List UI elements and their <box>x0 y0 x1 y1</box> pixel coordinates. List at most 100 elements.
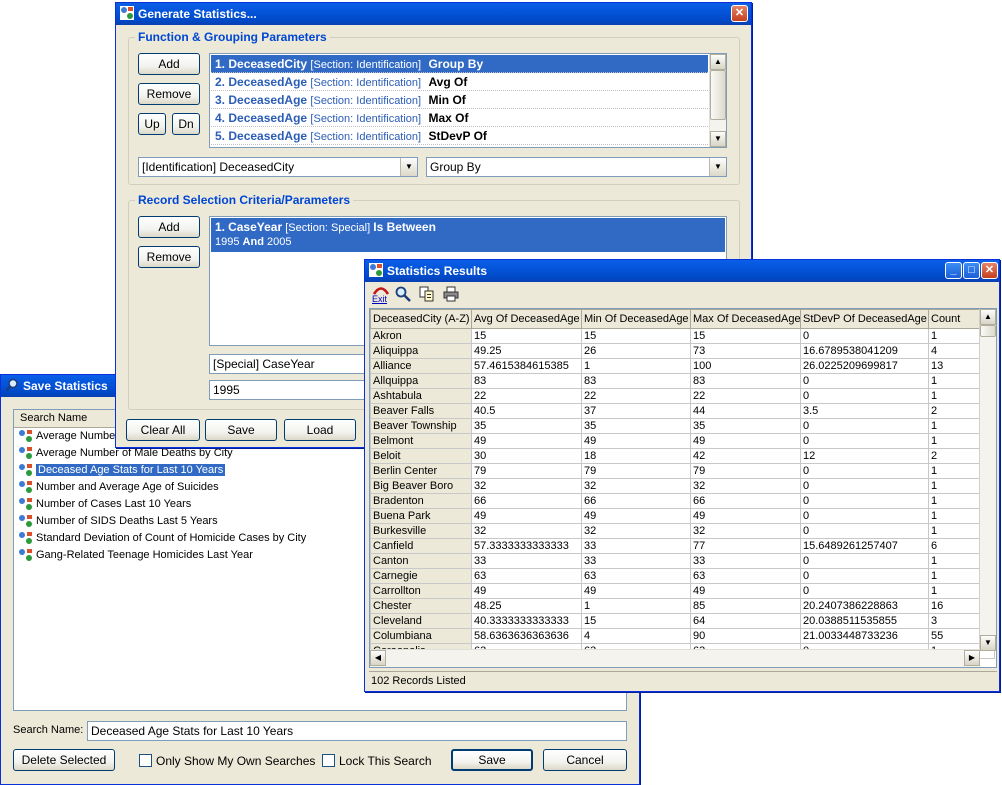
table-row[interactable]: Chester 48.25 1 85 20.2407386228863 16 <box>370 598 995 614</box>
function-item[interactable]: 2. DeceasedAge [Section: Identification]… <box>211 73 708 91</box>
print-icon[interactable] <box>443 286 459 302</box>
function-list-scrollbar[interactable]: ▲ ▼ <box>709 54 726 147</box>
column-header[interactable]: StDevP Of DeceasedAge <box>800 309 929 329</box>
table-row[interactable]: Berlin Center 79 79 79 0 1 <box>370 463 995 479</box>
table-row[interactable]: Big Beaver Boro 32 32 32 0 1 <box>370 478 995 494</box>
value-cell: 20.2407386228863 <box>800 598 929 614</box>
column-header[interactable]: DeceasedCity (A-Z) <box>370 309 472 329</box>
city-cell: Allquippa <box>370 373 472 389</box>
scroll-left-icon[interactable]: ◀ <box>370 650 386 666</box>
table-row[interactable]: Ashtabula 22 22 22 0 1 <box>370 388 995 404</box>
results-vertical-thumb[interactable] <box>980 325 996 337</box>
criteria-item[interactable]: 1. CaseYear [Section: Special] Is Betwee… <box>211 218 725 252</box>
minimize-icon[interactable]: _ <box>945 262 962 279</box>
table-row[interactable]: Cleveland 40.3333333333333 15 64 20.03885115… <box>370 613 995 629</box>
value-cell: 32 <box>581 478 691 494</box>
city-cell: Ashtabula <box>370 388 472 404</box>
table-row[interactable]: Buena Park 49 49 49 0 1 <box>370 508 995 524</box>
table-row[interactable]: Beaver Township 35 35 35 0 1 <box>370 418 995 434</box>
table-row[interactable]: Aliquippa 49.25 26 73 16.6789538041209 4 <box>370 343 995 359</box>
value-cell: 79 <box>581 463 691 479</box>
function-item[interactable]: 5. DeceasedAge [Section: Identification]… <box>211 127 708 145</box>
maximize-icon[interactable]: □ <box>963 262 980 279</box>
value-cell: 0 <box>800 463 929 479</box>
table-row[interactable]: Canton 33 33 33 0 1 <box>370 553 995 569</box>
field-select[interactable]: [Identification] DeceasedCity ▼ <box>138 157 418 177</box>
table-row[interactable]: Akron 15 15 15 0 1 <box>370 328 995 344</box>
results-grid-area[interactable]: DeceasedCity (A-Z) Avg Of DeceasedAge Min … <box>369 308 997 668</box>
table-row[interactable]: Columbiana 58.6363636363636 4 90 21.00334487… <box>370 628 995 644</box>
save-statistics-title: Save Statistics <box>23 379 108 393</box>
value-cell: 64 <box>690 613 801 629</box>
results-grid: DeceasedCity (A-Z) Avg Of DeceasedAge Min … <box>370 309 995 659</box>
save-search-button[interactable]: Save <box>451 749 533 771</box>
move-down-button[interactable]: Dn <box>172 113 200 135</box>
value-cell: 0 <box>800 523 929 539</box>
copy-icon[interactable] <box>419 286 435 302</box>
value-cell: 49.25 <box>471 343 582 359</box>
table-row[interactable]: Bradenton 66 66 66 0 1 <box>370 493 995 509</box>
table-row[interactable]: Beloit 30 18 42 12 2 <box>370 448 995 464</box>
search-icon[interactable] <box>395 286 411 302</box>
results-horizontal-scrollbar[interactable]: ◀ ▶ <box>370 649 980 667</box>
function-item[interactable]: 4. DeceasedAge [Section: Identification]… <box>211 109 708 127</box>
chevron-down-icon[interactable]: ▼ <box>400 158 417 176</box>
delete-selected-button[interactable]: Delete Selected <box>13 749 115 771</box>
column-header[interactable]: Max Of DeceasedAge <box>690 309 801 329</box>
scroll-thumb[interactable] <box>710 70 726 120</box>
scroll-up-icon[interactable]: ▲ <box>710 54 726 70</box>
results-vertical-scrollbar[interactable]: ▲ ▼ <box>979 309 996 651</box>
table-row[interactable]: Beaver Falls 40.5 37 44 3.5 2 <box>370 403 995 419</box>
load-parameters-button[interactable]: Load <box>284 419 356 441</box>
function-select[interactable]: Group By ▼ <box>426 157 727 177</box>
value-cell: 57.4615384615385 <box>471 358 582 374</box>
generate-statistics-titlebar[interactable]: Generate Statistics... ✕ <box>116 3 751 25</box>
saved-search-item[interactable]: Number of SIDS Deaths Last 5 Years <box>18 513 218 530</box>
clear-all-button[interactable]: Clear All <box>126 419 200 441</box>
function-item[interactable]: 1. DeceasedCity [Section: Identification… <box>211 55 708 73</box>
value-cell: 85 <box>690 598 801 614</box>
function-item[interactable]: 3. DeceasedAge [Section: Identification]… <box>211 91 708 109</box>
lock-this-search-checkbox[interactable] <box>322 754 335 767</box>
scroll-right-icon[interactable]: ▶ <box>964 650 980 666</box>
remove-function-button[interactable]: Remove <box>138 83 200 105</box>
scroll-up-icon[interactable]: ▲ <box>980 309 996 325</box>
table-row[interactable]: Alliance 57.4615384615385 1 100 26.022520969… <box>370 358 995 374</box>
statistics-results-title: Statistics Results <box>387 264 488 278</box>
chevron-down-icon[interactable]: ▼ <box>709 158 726 176</box>
city-cell: Bradenton <box>370 493 472 509</box>
search-name-input[interactable]: Deceased Age Stats for Last 10 Years <box>87 721 627 741</box>
table-row[interactable]: Canfield 57.3333333333333 33 77 15.648926125… <box>370 538 995 554</box>
add-function-button[interactable]: Add <box>138 53 200 75</box>
scroll-down-icon[interactable]: ▼ <box>710 131 726 147</box>
saved-search-item[interactable]: Number and Average Age of Suicides <box>18 479 219 496</box>
save-parameters-button[interactable]: Save <box>205 419 277 441</box>
saved-search-item[interactable]: Number of Cases Last 10 Years <box>18 496 191 513</box>
table-row[interactable]: Belmont 49 49 49 0 1 <box>370 433 995 449</box>
only-show-my-own-searches-label[interactable]: Only Show My Own Searches <box>156 754 315 768</box>
cancel-button[interactable]: Cancel <box>543 749 627 771</box>
value-cell: 0 <box>800 568 929 584</box>
table-row[interactable]: Allquippa 83 83 83 0 1 <box>370 373 995 389</box>
saved-search-item[interactable]: Standard Deviation of Count of Homicide … <box>18 530 306 547</box>
statistics-results-titlebar[interactable]: Statistics Results _ □ ✕ <box>365 260 999 282</box>
value-cell: 20.0388511535855 <box>800 613 929 629</box>
column-header[interactable]: Min Of DeceasedAge <box>581 309 691 329</box>
close-icon[interactable]: ✕ <box>981 262 998 279</box>
exit-button[interactable]: Exit <box>372 285 390 305</box>
saved-search-item[interactable]: Deceased Age Stats for Last 10 Years <box>18 462 226 479</box>
only-show-my-own-searches-checkbox[interactable] <box>139 754 152 767</box>
saved-search-item[interactable]: Gang-Related Teenage Homicides Last Year <box>18 547 253 564</box>
lock-this-search-label[interactable]: Lock This Search <box>339 754 432 768</box>
move-up-button[interactable]: Up <box>138 113 166 135</box>
value-cell: 63 <box>581 568 691 584</box>
table-row[interactable]: Carnegie 63 63 63 0 1 <box>370 568 995 584</box>
table-row[interactable]: Carrollton 49 49 49 0 1 <box>370 583 995 599</box>
function-list[interactable]: 1. DeceasedCity [Section: Identification… <box>209 53 727 148</box>
add-criteria-button[interactable]: Add <box>138 216 200 238</box>
table-row[interactable]: Burkesville 32 32 32 0 1 <box>370 523 995 539</box>
scroll-down-icon[interactable]: ▼ <box>980 635 996 651</box>
remove-criteria-button[interactable]: Remove <box>138 246 200 268</box>
close-icon[interactable]: ✕ <box>731 5 748 22</box>
column-header[interactable]: Avg Of DeceasedAge <box>471 309 582 329</box>
